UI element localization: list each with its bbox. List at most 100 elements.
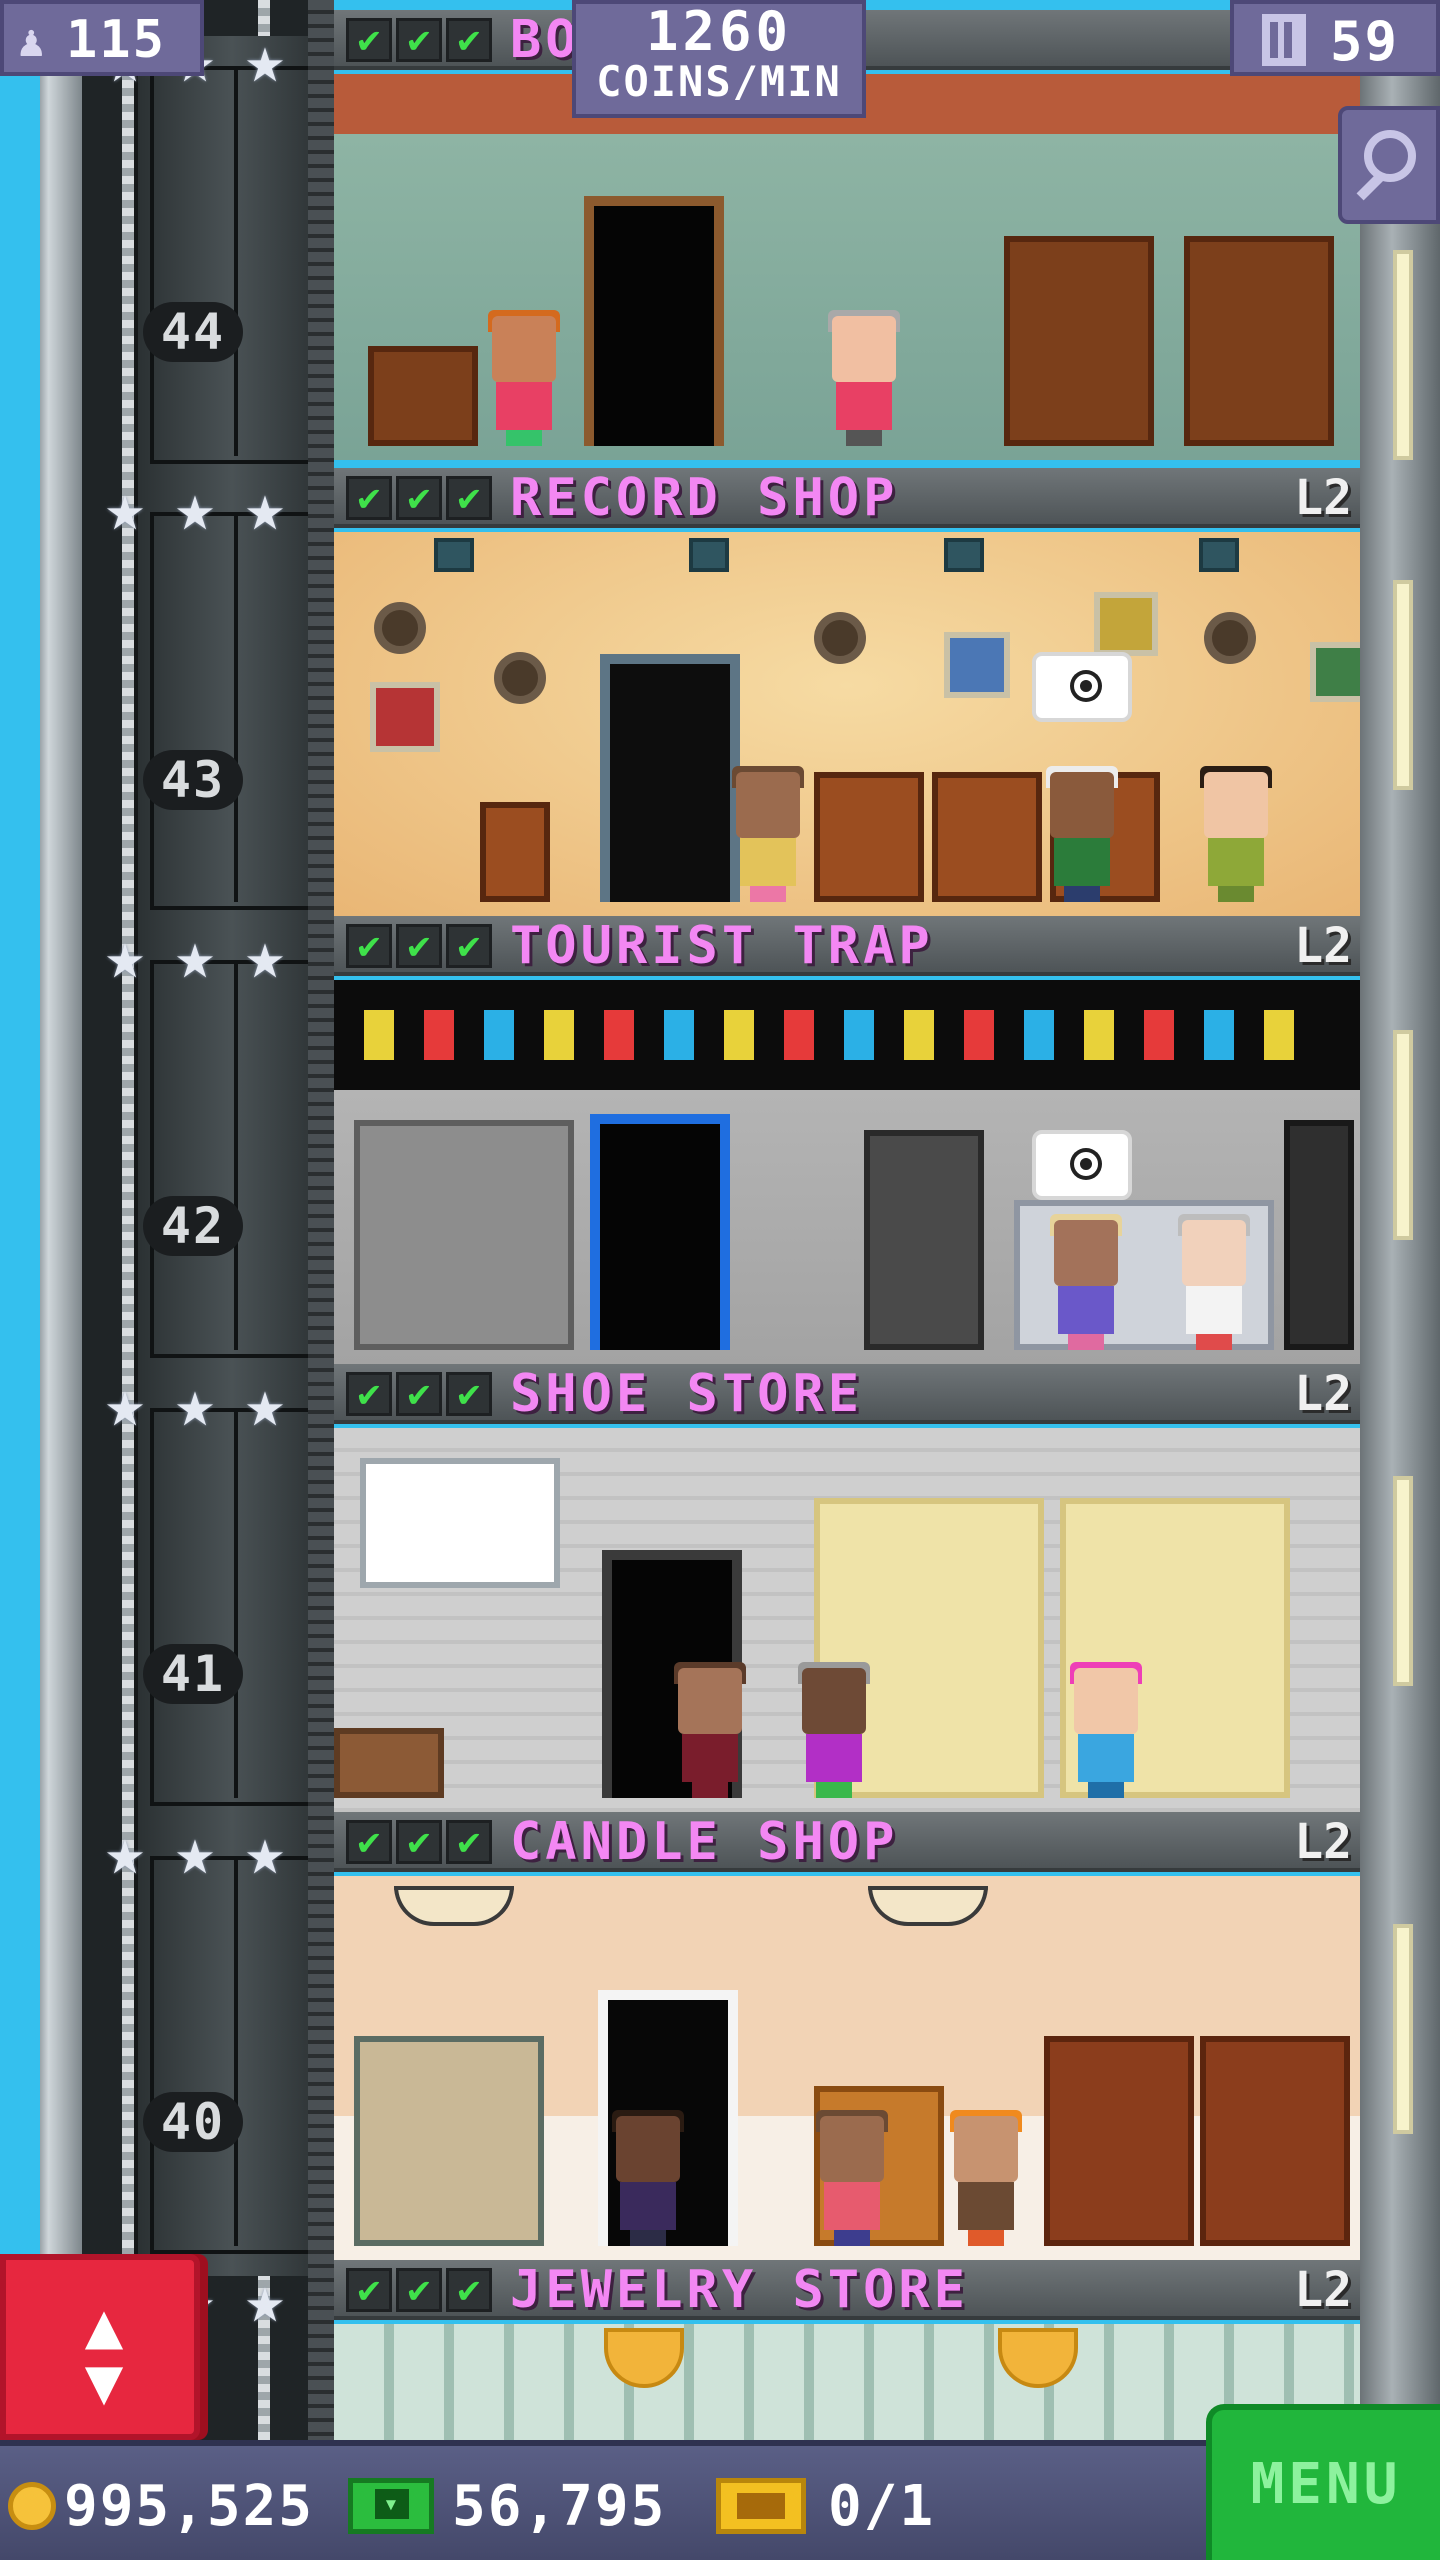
souvenir-display: [364, 1010, 1324, 1060]
check-icon: ✔: [446, 1820, 492, 1864]
floor-name: RECORD SHOP: [510, 468, 899, 528]
elevator-car: [134, 1826, 330, 2276]
record-bin: [814, 772, 924, 902]
population-counter[interactable]: ♟ 115: [0, 0, 204, 76]
star-icon: ★: [175, 469, 215, 546]
check-icon: ✔: [446, 924, 492, 968]
ceiling-lamp: [868, 1886, 988, 1926]
ticket-icon: [716, 2478, 806, 2534]
wall-record: [494, 652, 546, 704]
bitizen[interactable]: [946, 2110, 1026, 2246]
stock-checks: ✔ ✔ ✔: [346, 476, 492, 520]
person-icon: ♟: [18, 16, 45, 67]
check-icon: ✔: [346, 2268, 392, 2312]
zoom-button[interactable]: [1338, 106, 1440, 224]
tower-outer-wall: [40, 0, 82, 2560]
wall-record: [374, 602, 426, 654]
floor-number: 43: [143, 750, 243, 810]
bitizen[interactable]: [484, 310, 564, 446]
floor-stars: ★ ★ ★: [94, 1365, 304, 1442]
star-icon: ★: [105, 1813, 145, 1890]
bitizen[interactable]: [1174, 1214, 1254, 1350]
floor-label-bar: ✔ ✔ ✔ SHOE STORE L2: [334, 1364, 1360, 1424]
elevator-button[interactable]: ▲ ▼: [0, 2254, 200, 2440]
hat-rack: [354, 1120, 574, 1350]
star-icon: ★: [245, 1365, 285, 1442]
building-icon: [1262, 14, 1306, 66]
chandelier: [998, 2328, 1078, 2388]
floor-level: L2: [1294, 1366, 1352, 1422]
floor-number: 40: [143, 2092, 243, 2152]
floor-name: JEWELRY STORE: [510, 2260, 969, 2320]
bux-value: 56,795: [452, 2473, 667, 2539]
window: [1393, 1476, 1413, 1686]
spotlight: [1199, 538, 1239, 572]
room-interior[interactable]: [334, 980, 1360, 1364]
bitizen[interactable]: [812, 2110, 892, 2246]
star-icon: ★: [245, 2261, 285, 2338]
counter: [334, 1728, 444, 1798]
bitizen[interactable]: [1046, 1214, 1126, 1350]
check-icon: ✔: [396, 1820, 442, 1864]
floor-stars: ★ ★ ★: [94, 1813, 304, 1890]
floor-level: L2: [1294, 918, 1352, 974]
magnifier-icon: [1364, 130, 1416, 182]
elevator-car: [134, 36, 330, 486]
floor-label-bar: ✔ ✔ ✔ TOURIST TRAP L2: [334, 916, 1360, 976]
speech-bubble[interactable]: [1032, 1130, 1132, 1200]
tickets-display[interactable]: 0/1: [716, 2464, 935, 2548]
star-icon: ★: [175, 1813, 215, 1890]
bux-display[interactable]: 56,795: [348, 2464, 666, 2548]
star-icon: ★: [245, 21, 285, 98]
coins-display[interactable]: 995,525: [8, 2464, 314, 2548]
bitizen[interactable]: [608, 2110, 688, 2246]
floor-label-bar: ✔ ✔ ✔ RECORD SHOP L2: [334, 468, 1360, 528]
floor-count-value: 59: [1330, 10, 1400, 73]
floor-level: L2: [1294, 470, 1352, 526]
room-interior[interactable]: [334, 1876, 1360, 2260]
bitizen[interactable]: [824, 310, 904, 446]
floor-counter[interactable]: 59: [1230, 0, 1440, 76]
spotlight: [944, 538, 984, 572]
bitizen[interactable]: [670, 1662, 750, 1798]
window: [1393, 580, 1413, 790]
check-icon: ✔: [346, 18, 392, 62]
elevator-shaft[interactable]: [82, 0, 330, 2560]
check-icon: ✔: [446, 1372, 492, 1416]
window: [1393, 250, 1413, 460]
stock-checks: ✔ ✔ ✔: [346, 1372, 492, 1416]
room-interior[interactable]: [334, 74, 1360, 460]
bitizen[interactable]: [1066, 1662, 1146, 1798]
room-door: [600, 654, 740, 902]
record-bin: [932, 772, 1042, 902]
check-icon: ✔: [396, 924, 442, 968]
bitizen[interactable]: [1042, 766, 1122, 902]
menu-button[interactable]: MENU: [1206, 2404, 1440, 2560]
check-icon: ✔: [446, 476, 492, 520]
check-icon: ✔: [396, 18, 442, 62]
wall-picture: [1310, 642, 1360, 702]
bitizen[interactable]: [728, 766, 808, 902]
bookshelf: [1184, 236, 1334, 446]
coins-per-min-label: COINS/MIN: [596, 57, 842, 106]
bitizen[interactable]: [1196, 766, 1276, 902]
bux-icon: [348, 2478, 434, 2534]
floor-name: SHOE STORE: [510, 1364, 864, 1424]
speech-bubble[interactable]: [1032, 652, 1132, 722]
stock-checks: ✔ ✔ ✔: [346, 1820, 492, 1864]
wall-picture: [1094, 592, 1158, 656]
record-bin: [480, 802, 550, 902]
elevator-cable: [122, 0, 134, 2560]
star-icon: ★: [105, 917, 145, 994]
room-interior[interactable]: [334, 532, 1360, 916]
shaft-rail: [308, 0, 334, 2560]
wall-picture: [370, 682, 440, 752]
population-value: 115: [66, 10, 166, 70]
floor-name: BO: [510, 10, 581, 70]
room-interior[interactable]: [334, 1428, 1360, 1812]
shirt-rack: [1284, 1120, 1354, 1350]
floor-level: L2: [1294, 2262, 1352, 2318]
bookshelf: [1004, 236, 1154, 446]
wall-record: [814, 612, 866, 664]
bitizen[interactable]: [794, 1662, 874, 1798]
